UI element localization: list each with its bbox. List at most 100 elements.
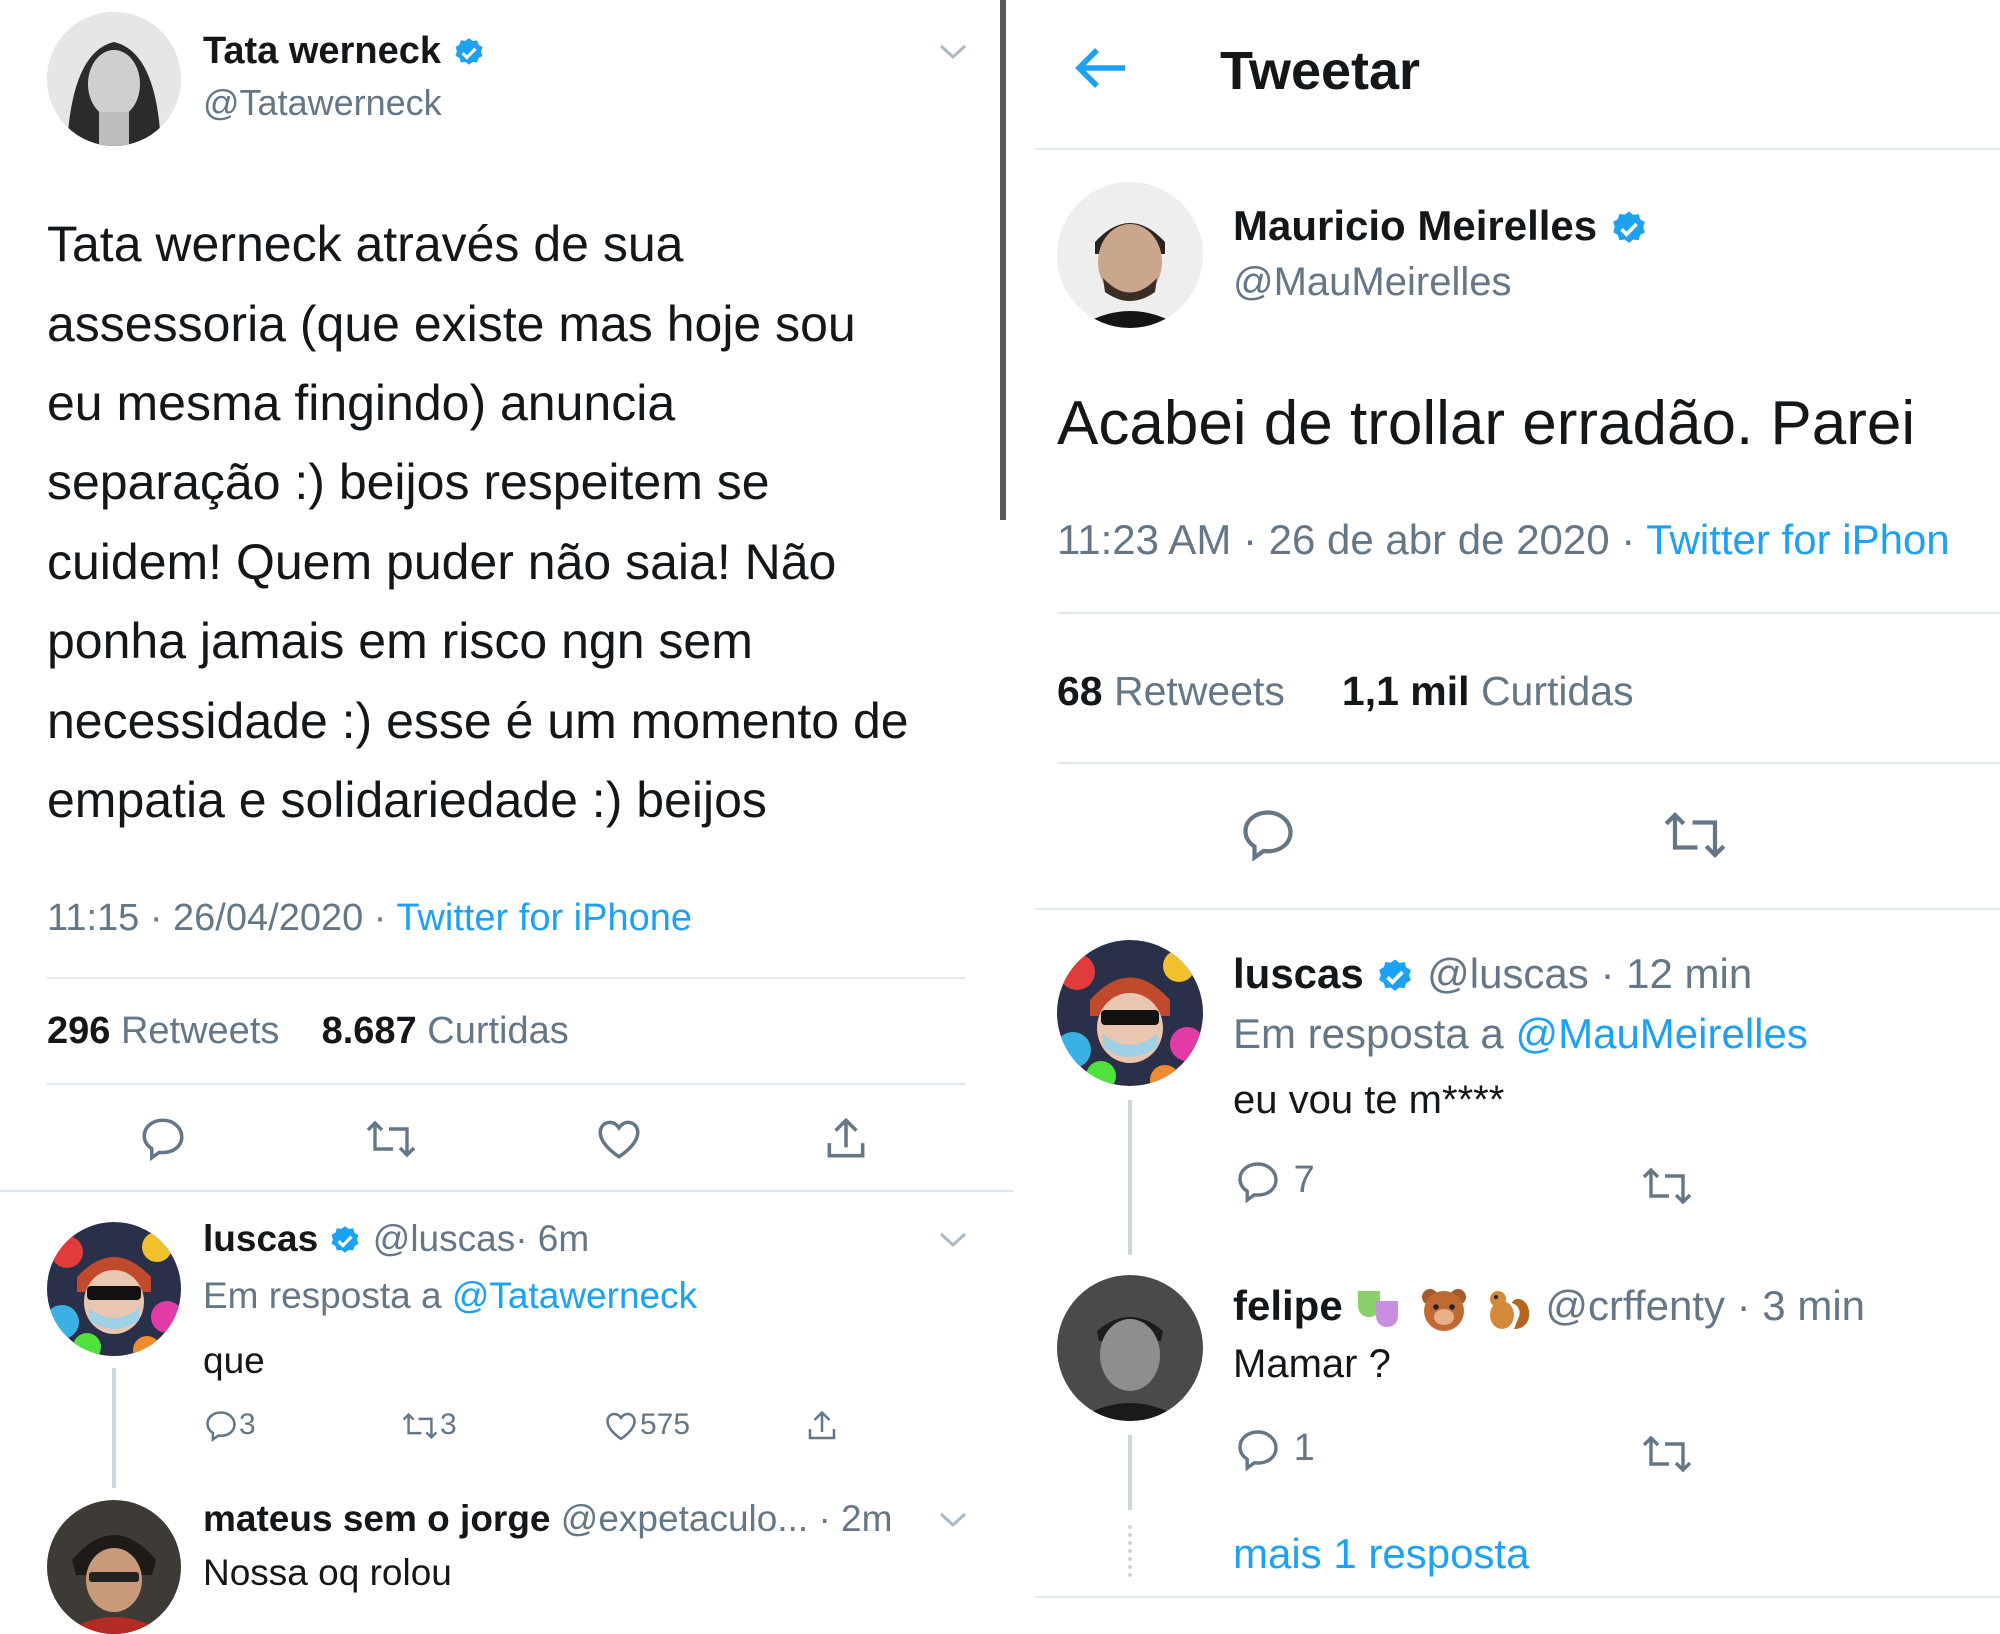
reply-action[interactable]: 1 [1233,1426,1315,1474]
reply-author-name[interactable]: luscas [1233,950,1364,997]
thread-dots [1128,1525,1136,1577]
in-reply-to-handle[interactable]: @MauMeirelles [1515,1010,1807,1057]
chevron-down-icon[interactable] [938,1230,968,1250]
tweet-line: ponha jamais em risco ngn sem [47,613,753,669]
theater-masks-emoji-icon [1354,1285,1406,1333]
retweet-stats[interactable]: 296 Retweets [47,1010,279,1052]
tweet-text: Acabei de trollar erradão. Parei [1057,389,1916,458]
reply-action[interactable]: 7 [1233,1158,1315,1206]
screenshot-separator [1000,0,1006,520]
retweet-count: 68 [1057,668,1103,714]
tweet-line: Tata werneck através de sua [47,216,684,272]
retweet-icon[interactable] [1660,805,1730,865]
author-name[interactable]: Tata werneck [203,30,441,72]
like-stats[interactable]: 8.687 Curtidas [322,1010,569,1052]
retweet-label: Retweets [1114,668,1285,714]
like-heart-icon[interactable] [593,1114,645,1164]
chevron-down-icon[interactable] [938,1510,968,1530]
reply-avatar[interactable] [1057,940,1203,1086]
share-icon[interactable] [820,1114,872,1164]
reply-count: 1 [1293,1427,1315,1470]
retweet-action[interactable]: 3 [400,1408,457,1444]
reply-author-name[interactable]: luscas [203,1218,318,1259]
reply-avatar[interactable] [47,1222,181,1356]
reply-count: 3 [239,1408,256,1441]
author-name[interactable]: Mauricio Meirelles [1233,202,1597,249]
verified-badge-icon [1375,957,1415,997]
reply-icon[interactable] [138,1114,188,1164]
verified-badge-icon [1609,209,1649,249]
squirrel-emoji-icon [1482,1285,1534,1333]
reply-author-name[interactable]: mateus sem o jorge [203,1498,551,1539]
like-count: 8.687 [321,1010,417,1052]
reply-icon[interactable] [1237,805,1299,865]
tweet-source-link[interactable]: Twitter for iPhone [396,897,692,939]
tweet-timestamp: 11:23 AM · 26 de abr de 2020 · [1057,516,1647,563]
reply-time: · 3 min [1736,1282,1866,1329]
tweet-line: separação :) beijos respeitem se [47,454,770,510]
author-handle[interactable]: @MauMeirelles [1233,260,1511,305]
verified-badge-icon [452,36,486,70]
reply-author-name[interactable]: felipe [1233,1282,1343,1329]
reply-icon [1233,1426,1283,1474]
tweet-timestamp: 11:15 · 26/04/2020 · [47,897,397,939]
like-stats[interactable]: 1,1 mil Curtidas [1342,668,1634,714]
reply-author-handle[interactable]: @luscas [1427,950,1589,997]
reply-text: Mamar ? [1233,1342,1391,1386]
show-more-replies-link[interactable]: mais 1 resposta [1233,1530,1529,1578]
in-reply-to-handle[interactable]: @Tatawerneck [452,1275,697,1316]
like-heart-icon [602,1408,640,1444]
reply-author-handle[interactable]: @luscas [373,1218,515,1259]
reply-avatar[interactable] [1057,1275,1203,1421]
tweet-source-link[interactable]: Twitter for iPhon [1646,516,1949,563]
author-handle[interactable]: @Tatawerneck [203,82,442,124]
retweet-icon[interactable] [1637,1430,1697,1478]
like-label: Curtidas [1480,668,1634,714]
divider [1035,148,2000,150]
divider [47,1083,965,1085]
divider [47,977,965,979]
thread-line [1128,1435,1132,1510]
retweet-count: 3 [440,1408,457,1441]
reply-author-handle[interactable]: @expetaculo... [561,1498,808,1539]
tweet-line: empatia e solidariedade :) beijos [47,772,767,828]
retweet-icon[interactable] [1637,1162,1697,1210]
tweet-line: eu mesma fingindo) anuncia [47,375,676,431]
reply-icon [203,1408,239,1444]
like-count: 1,1 mil [1341,668,1470,714]
tweet-line: cuidem! Quem puder não saia! Não [47,534,837,590]
retweet-stats[interactable]: 68 Retweets [1057,668,1285,714]
retweet-icon [400,1408,440,1444]
reply-author-handle[interactable]: @crffenty [1545,1282,1725,1329]
reply-time: · 12 min [1600,950,1753,997]
tweet-line: necessidade :) esse é um momento de [47,693,909,749]
divider [1035,1596,2000,1598]
chevron-down-icon[interactable] [938,42,968,62]
thread-line [112,1368,116,1488]
reply-action[interactable]: 3 [203,1408,256,1444]
divider [1057,612,2000,614]
in-reply-to-label: Em resposta a [203,1275,442,1316]
reply-time: · 6m [515,1218,590,1259]
reply-count: 7 [1293,1159,1315,1202]
divider [1057,762,2000,764]
share-icon[interactable] [803,1408,841,1444]
page-title: Tweetar [1220,41,1421,101]
like-count: 575 [640,1408,691,1441]
author-avatar[interactable] [47,12,181,146]
retweet-icon[interactable] [363,1114,419,1164]
in-reply-to-label: Em resposta a [1233,1010,1504,1057]
author-avatar[interactable] [1057,182,1203,328]
tweet-line: assessoria (que existe mas hoje sou [47,296,856,352]
reply-text: eu vou te m**** [1233,1078,1505,1122]
retweet-label: Retweets [120,1010,280,1052]
divider [0,1190,1013,1192]
reply-text: Nossa oq rolou [203,1552,452,1593]
back-arrow-icon[interactable] [1073,44,1129,92]
reply-text: que [203,1340,265,1381]
bear-emoji-icon [1418,1285,1470,1333]
reply-avatar[interactable] [47,1500,181,1634]
like-action[interactable]: 575 [602,1408,690,1444]
thread-line [1128,1100,1132,1255]
like-label: Curtidas [427,1010,569,1052]
